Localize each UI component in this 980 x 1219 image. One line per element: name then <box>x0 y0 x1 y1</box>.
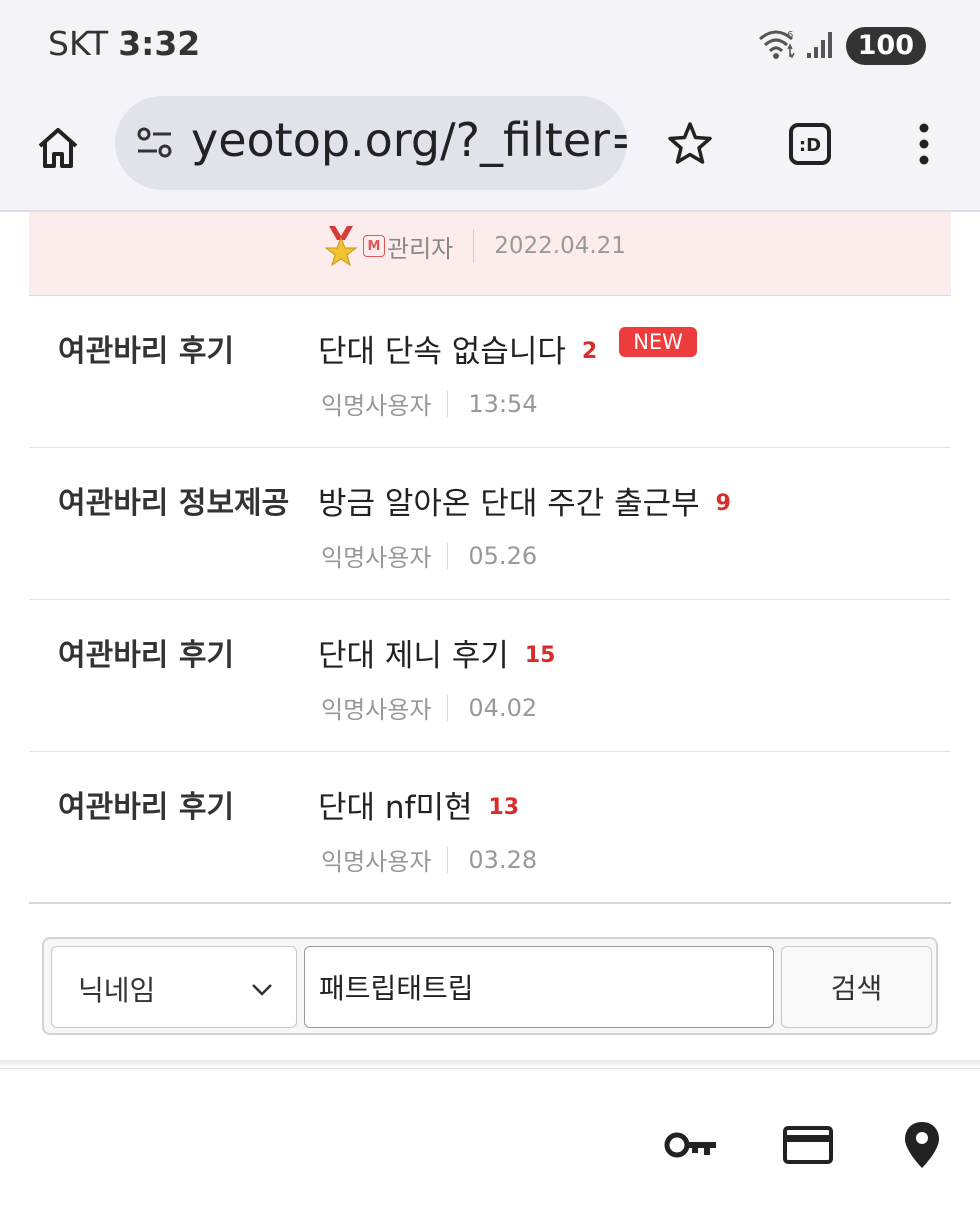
post-date: 03.28 <box>468 845 538 874</box>
new-badge: NEW <box>619 326 697 357</box>
notice-author[interactable]: 관리자 <box>387 229 453 264</box>
post-title-line[interactable]: 단대 nf미현 13 <box>318 782 519 827</box>
post-title-line[interactable]: 방금 알아온 단대 주간 출근부 9 <box>318 478 731 523</box>
post-date: 04.02 <box>468 693 538 722</box>
post-title-line[interactable]: 단대 제니 후기 15 <box>318 630 555 675</box>
post-meta: 익명사용자 04.02 <box>321 690 537 725</box>
status-bar: SKT 3:32 6 100 <box>0 0 980 90</box>
chevron-down-icon <box>250 977 274 1001</box>
url-text[interactable]: yeotop.org/?_filter= <box>191 113 627 167</box>
divider <box>447 694 449 721</box>
browser-toolbar: yeotop.org/?_filter= :D <box>0 90 980 212</box>
post-title[interactable]: 단대 nf미현 <box>318 782 473 827</box>
address-bar[interactable]: yeotop.org/?_filter= <box>115 96 627 190</box>
post-author[interactable]: 익명사용자 <box>321 386 431 421</box>
notice-date: 2022.04.21 <box>494 233 626 259</box>
post-meta: 익명사용자 03.28 <box>321 842 537 877</box>
manager-badge: M <box>363 235 385 257</box>
post-date: 13:54 <box>468 389 538 418</box>
status-icons: 6 100 <box>756 26 926 66</box>
comment-count: 13 <box>488 795 520 820</box>
post-title[interactable]: 방금 알아온 단대 주간 출근부 <box>318 478 700 523</box>
divider <box>473 229 475 263</box>
home-icon[interactable] <box>28 118 88 178</box>
search-button[interactable]: 검색 <box>781 946 932 1028</box>
tab-switcher-icon[interactable]: :D <box>780 114 840 174</box>
key-icon[interactable] <box>662 1117 722 1173</box>
post-meta: 익명사용자 05.26 <box>321 538 537 573</box>
search-field-select[interactable]: 닉네임 <box>51 946 297 1028</box>
list-item[interactable]: 여관바리 후기 단대 nf미현 13 익명사용자 03.28 <box>29 752 951 904</box>
post-category: 여관바리 후기 <box>58 638 235 673</box>
post-author[interactable]: 익명사용자 <box>321 690 431 725</box>
post-date: 05.26 <box>468 541 538 570</box>
location-pin-icon[interactable] <box>892 1117 952 1173</box>
status-left: SKT 3:32 <box>48 24 200 63</box>
list-item[interactable]: 여관바리 후기 단대 단속 없습니다 2 NEW 익명사용자 13:54 <box>29 296 951 448</box>
medal-icon <box>323 226 359 267</box>
divider <box>447 846 449 873</box>
list-item[interactable]: 여관바리 정보제공 방금 알아온 단대 주간 출근부 9 익명사용자 05.26 <box>29 448 951 600</box>
post-author[interactable]: 익명사용자 <box>321 538 431 573</box>
list-item[interactable]: 여관바리 후기 단대 제니 후기 15 익명사용자 04.02 <box>29 600 951 752</box>
wifi-icon: 6 <box>756 27 796 65</box>
search-input[interactable] <box>304 946 774 1028</box>
comment-count: 2 <box>581 339 598 364</box>
clock: 3:32 <box>118 24 201 63</box>
bottom-bar-shadow <box>0 1060 980 1068</box>
post-category: 여관바리 후기 <box>58 334 235 369</box>
credit-card-icon[interactable] <box>778 1117 838 1173</box>
search-bar: 닉네임 검색 <box>42 937 938 1035</box>
signal-icon <box>806 29 836 63</box>
post-category: 여관바리 정보제공 <box>58 486 290 521</box>
more-vert-icon[interactable] <box>902 114 946 174</box>
post-list: 여관바리 후기 단대 단속 없습니다 2 NEW 익명사용자 13:54 여관바… <box>29 296 951 904</box>
post-category: 여관바리 후기 <box>58 790 235 825</box>
post-author[interactable]: 익명사용자 <box>321 842 431 877</box>
post-meta: 익명사용자 13:54 <box>321 386 538 421</box>
star-icon[interactable] <box>660 114 720 174</box>
carrier-label: SKT <box>48 24 109 63</box>
notice-meta: M 관리자 2022.04.21 <box>323 226 626 267</box>
svg-text:6: 6 <box>787 30 793 41</box>
divider <box>447 390 449 417</box>
post-title-line[interactable]: 단대 단속 없습니다 2 NEW <box>318 326 697 371</box>
comment-count: 9 <box>715 491 731 516</box>
battery-indicator: 100 <box>845 27 926 65</box>
search-field-value: 닉네임 <box>78 974 156 1007</box>
comment-count: 15 <box>524 643 556 668</box>
divider <box>447 542 449 569</box>
bottom-bar <box>0 1068 980 1219</box>
notice-row[interactable]: M 관리자 2022.04.21 <box>29 212 951 296</box>
post-title[interactable]: 단대 제니 후기 <box>318 630 509 675</box>
post-title[interactable]: 단대 단속 없습니다 <box>318 326 566 371</box>
tune-icon[interactable] <box>135 123 175 163</box>
tab-count-label: :D <box>799 135 821 156</box>
